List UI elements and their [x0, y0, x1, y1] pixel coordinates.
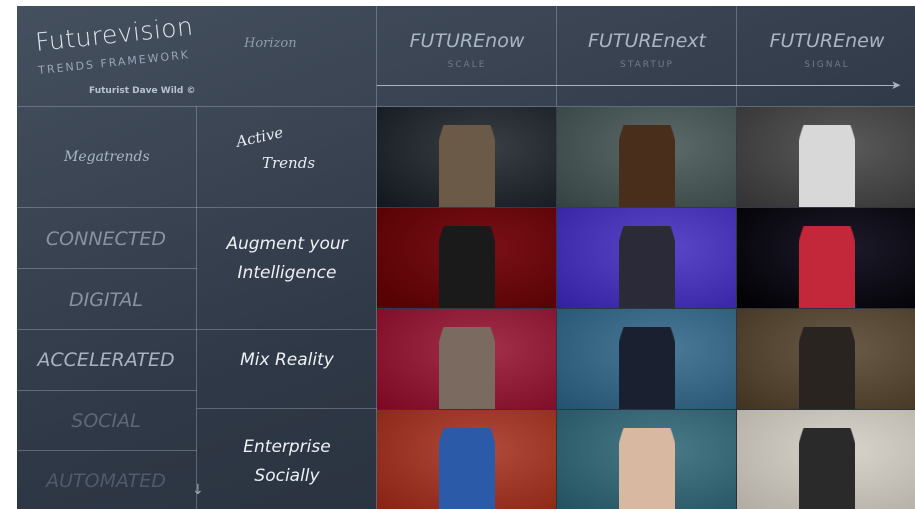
photo-man-bald-smiling: [557, 410, 736, 509]
megatrend-social: SOCIAL: [71, 410, 141, 432]
megatrend-connected: CONNECTED: [45, 228, 167, 250]
person-silhouette: [439, 226, 495, 308]
person-silhouette: [799, 428, 855, 509]
trends-board: Futurevision TRENDS FRAMEWORK Futurist D…: [17, 6, 915, 509]
photo-man-purple-circuit: [557, 208, 736, 308]
megatrend-digital: DIGITAL: [68, 289, 143, 311]
photo-woman-curly-hair: [557, 107, 736, 207]
brand-credit: Futurist Dave Wild ©: [89, 86, 196, 96]
person-silhouette: [799, 226, 855, 308]
active-trend-line: Intelligence: [237, 263, 337, 283]
column-header-new: FUTUREnew SIGNAL: [737, 30, 915, 70]
photo-man-glasses-dark: [377, 107, 556, 207]
horizon-arrow: [377, 85, 899, 86]
active-trend-line: Enterprise: [243, 437, 331, 457]
person-silhouette: [619, 327, 675, 409]
photo-woman-stage-code: [737, 208, 915, 308]
active-trend-line: Socially: [254, 466, 320, 486]
row-divider: [17, 390, 197, 391]
column-header-next: FUTUREnext STARTUP: [557, 30, 737, 70]
row-divider: [17, 207, 377, 208]
active-trends-label: Trends: [262, 154, 316, 172]
arrow-right-icon: ➤: [891, 78, 902, 92]
megatrend-accelerated: ACCELERATED: [37, 349, 175, 371]
photo-woman-red-stage: [377, 208, 556, 308]
active-trend-line: Mix Reality: [240, 350, 334, 370]
photo-man-smiling-red: [377, 309, 556, 409]
person-silhouette: [439, 327, 495, 409]
active-trend-enterprise: Enterprise Socially: [197, 433, 377, 491]
horizon-label: Horizon: [244, 36, 297, 51]
person-silhouette: [439, 428, 495, 509]
column-subtitle: SCALE: [447, 60, 487, 70]
row-divider: [197, 408, 377, 409]
photo-woman-blue-architecture: [557, 309, 736, 409]
column-header-now: FUTUREnow SCALE: [377, 30, 557, 70]
active-trend-mix-reality: Mix Reality: [197, 346, 377, 375]
row-divider: [17, 450, 197, 451]
photo-men-workshop: [737, 309, 915, 409]
row-divider: [17, 268, 197, 269]
active-trend-line: Augment your: [226, 234, 348, 254]
person-silhouette: [619, 125, 675, 207]
megatrend-automated: AUTOMATED: [46, 470, 166, 492]
megatrends-label: Megatrends: [64, 149, 150, 165]
column-title: FUTUREnow: [409, 30, 525, 52]
photo-man-bright-room: [737, 410, 915, 509]
person-silhouette: [439, 125, 495, 207]
row-divider: [17, 329, 377, 330]
column-title: FUTUREnext: [588, 30, 706, 52]
person-silhouette: [799, 327, 855, 409]
active-trend-augment: Augment your Intelligence: [197, 230, 377, 288]
person-silhouette: [619, 428, 675, 509]
person-silhouette: [799, 125, 855, 207]
photo-scientist-bw: [737, 107, 915, 207]
column-subtitle: STARTUP: [620, 60, 674, 70]
active-trends-label: Active: [234, 123, 285, 151]
person-silhouette: [619, 226, 675, 308]
column-subtitle: SIGNAL: [804, 60, 850, 70]
photo-woman-holding-package: [377, 410, 556, 509]
column-title: FUTUREnew: [769, 30, 885, 52]
